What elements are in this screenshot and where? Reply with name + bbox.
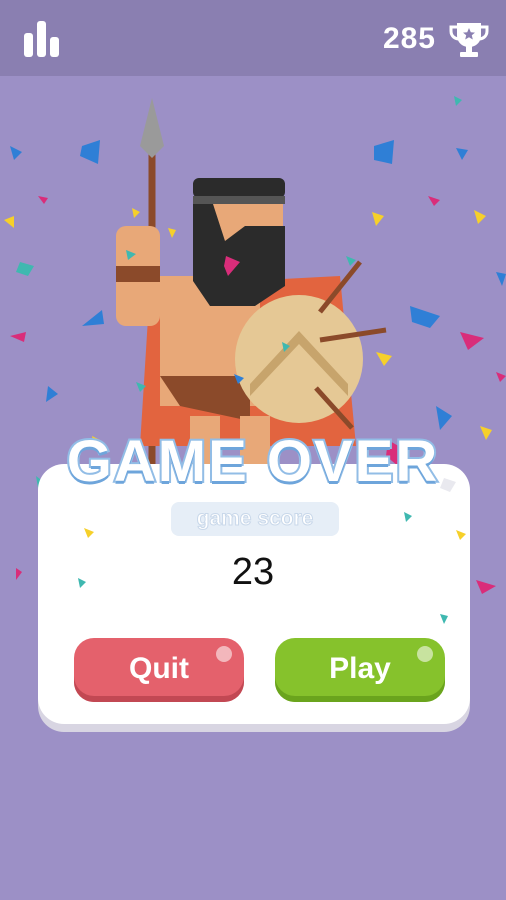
quit-button-label: Quit: [129, 652, 189, 685]
game-score-value: 23: [231, 551, 275, 593]
play-button-label: Play: [329, 652, 391, 685]
best-score: 285: [382, 22, 436, 55]
game-over-title: GAME OVER: [65, 427, 440, 496]
bar-chart-icon[interactable]: [22, 19, 62, 59]
play-button[interactable]: Play: [275, 638, 445, 702]
quit-button[interactable]: Quit: [74, 638, 244, 702]
button-shine: [417, 646, 433, 662]
game-score-label: game score: [171, 502, 339, 536]
trophy-icon[interactable]: [448, 20, 490, 60]
top-bar: 285: [0, 0, 506, 76]
button-shine: [216, 646, 232, 662]
